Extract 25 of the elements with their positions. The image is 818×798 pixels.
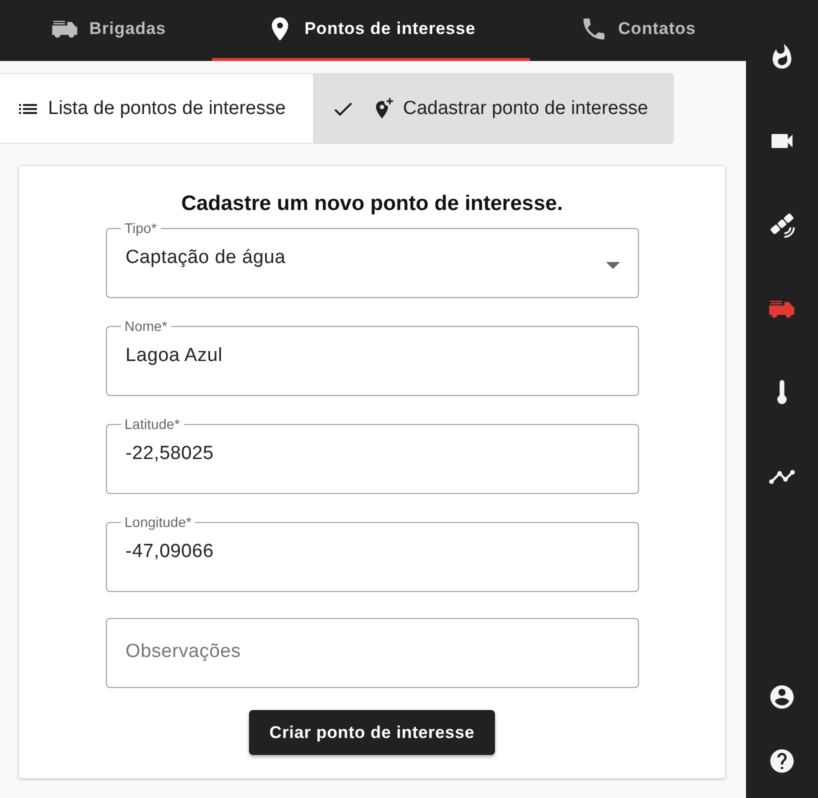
view-toggle-button[interactable]: Cadastrar ponto de interesse bbox=[314, 73, 674, 144]
view-toggle-button[interactable]: Lista de pontos de interesse bbox=[0, 73, 314, 144]
input-field[interactable]: Nome* Lagoa Azul bbox=[106, 318, 638, 396]
field-value[interactable]: Captação de água bbox=[126, 242, 426, 274]
help-icon bbox=[768, 747, 796, 775]
dropdown-caret-icon bbox=[606, 262, 620, 269]
form-title: Cadastre um novo ponto de interesse. bbox=[181, 192, 563, 216]
navigation-tab[interactable]: Contatos bbox=[530, 0, 746, 61]
field-label: Nome* bbox=[124, 318, 168, 334]
field-value[interactable]: Observações bbox=[126, 636, 426, 668]
field-value[interactable]: Lagoa Azul bbox=[126, 340, 426, 372]
select-field[interactable]: Tipo* Captação de água bbox=[106, 220, 638, 298]
field-label: Tipo* bbox=[124, 220, 158, 236]
navigation-tab[interactable]: Pontos de interesse bbox=[212, 0, 530, 61]
field-value[interactable]: -47,09066 bbox=[126, 536, 426, 568]
field-label: Latitude* bbox=[124, 416, 181, 432]
field-label: Longitude* bbox=[124, 514, 192, 530]
field-value[interactable]: -22,58025 bbox=[126, 438, 426, 470]
input-field[interactable]: Latitude* -22,58025 bbox=[106, 416, 638, 494]
account-icon bbox=[768, 683, 796, 711]
input-field[interactable]: Observações bbox=[106, 618, 638, 688]
navigation-tab[interactable]: Brigadas bbox=[0, 0, 212, 61]
satellite-icon bbox=[768, 211, 796, 239]
submit-button[interactable]: Criar ponto de interesse bbox=[249, 710, 495, 755]
input-field[interactable]: Longitude* -47,09066 bbox=[106, 514, 638, 592]
